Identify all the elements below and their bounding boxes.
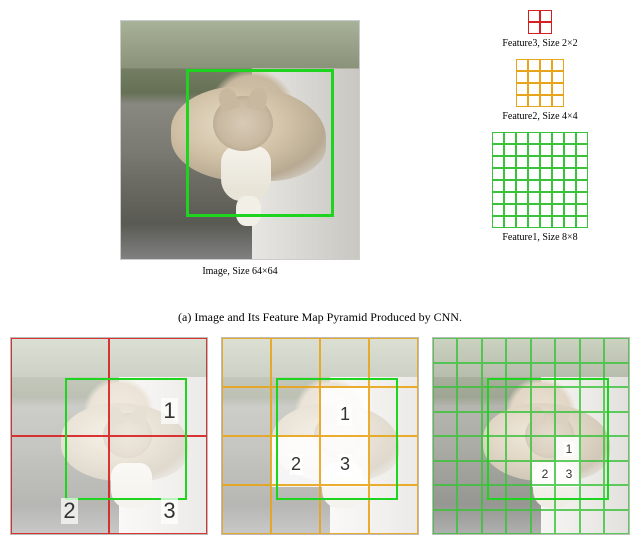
thumb-4x4: 1 2 3 [221,337,419,535]
main-cat-image [120,20,360,260]
feature2-grid [516,59,564,107]
bounding-box [487,378,609,500]
feature1-grid [492,132,588,228]
cell-number: 1 [161,398,177,424]
feature1-label: Feature1, Size 8×8 [470,232,610,243]
cell-number: 1 [338,404,352,425]
cell-number: 2 [61,498,77,524]
thumb-8x8: 1 2 3 [432,337,630,535]
feature3-label: Feature3, Size 2×2 [470,38,610,49]
subfigure-caption: (a) Image and Its Feature Map Pyramid Pr… [0,310,640,325]
cell-number: 3 [564,467,575,481]
feature-pyramid: Feature3, Size 2×2 Feature2, Size 4×4 Fe… [470,10,610,253]
feature3-grid [528,10,552,34]
cell-number: 3 [161,498,177,524]
bounding-box [65,378,187,500]
bottom-row: 1 2 3 1 2 3 1 2 3 [0,325,640,535]
bounding-box [276,378,398,500]
main-image-label: Image, Size 64×64 [120,266,360,277]
thumb-2x2: 1 2 3 [10,337,208,535]
bounding-box [186,69,334,217]
cell-number: 1 [564,442,575,456]
cell-number: 2 [289,454,303,475]
cell-number: 3 [338,454,352,475]
cell-number: 2 [540,467,551,481]
top-section: Image, Size 64×64 Feature3, Size 2×2 Fea… [0,0,640,300]
feature2-label: Feature2, Size 4×4 [470,111,610,122]
main-image-wrapper: Image, Size 64×64 [120,20,360,277]
